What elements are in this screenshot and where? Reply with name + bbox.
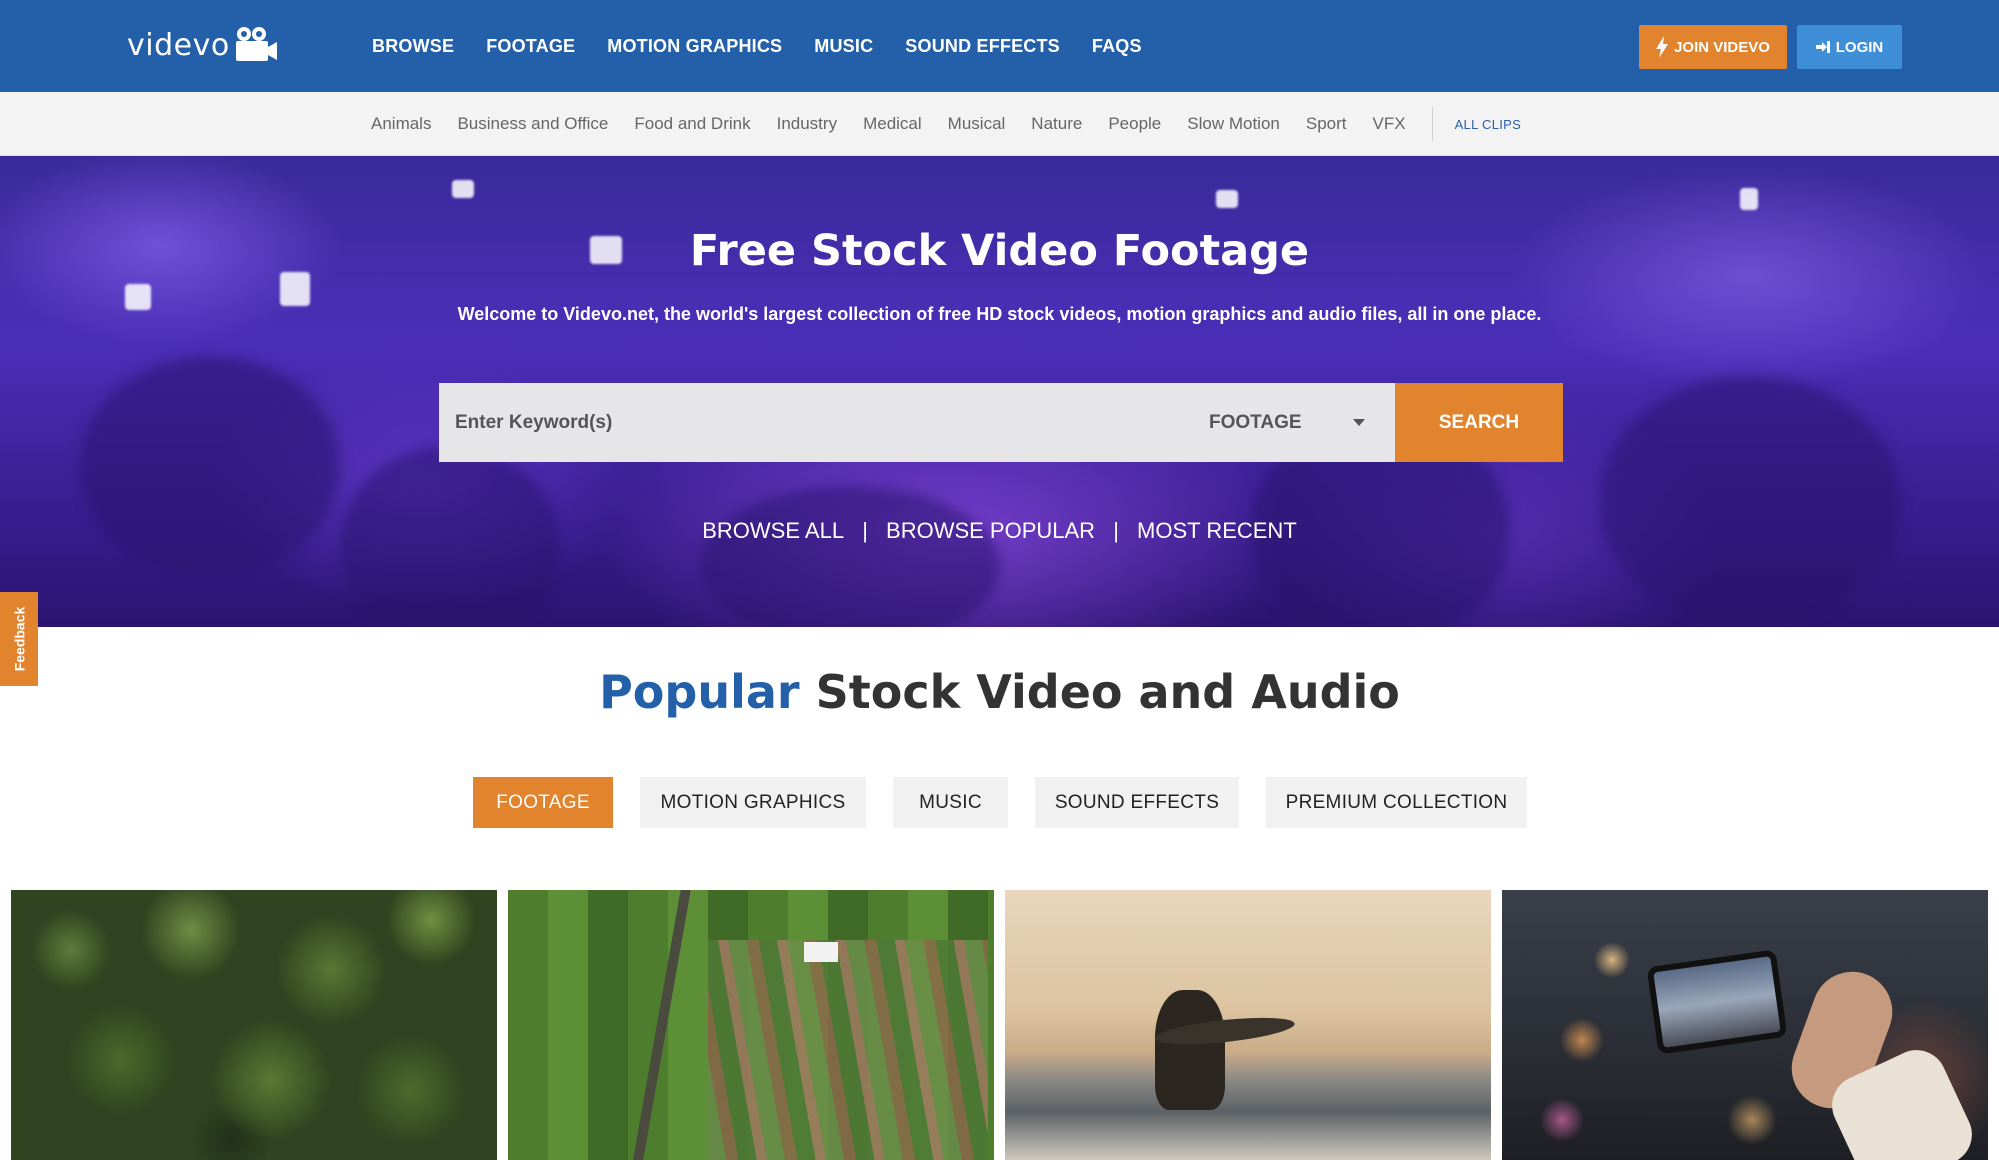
search-button[interactable]: SEARCH (1395, 383, 1563, 462)
search-type-select[interactable]: FOOTAGE (1199, 383, 1395, 462)
smartphone (1646, 949, 1788, 1055)
nav-motion-graphics[interactable]: MOTION GRAPHICS (607, 36, 782, 57)
caret-down-icon (1353, 419, 1365, 426)
popular-tabs: FOOTAGE MOTION GRAPHICS MUSIC SOUND EFFE… (473, 777, 1554, 828)
video-thumbnail-phone-city[interactable] (1502, 890, 1988, 1160)
search-type-value: FOOTAGE (1209, 411, 1302, 433)
tab-motion-graphics[interactable]: MOTION GRAPHICS (640, 777, 866, 828)
popular-thumbnails (11, 890, 1999, 1160)
all-clips-link[interactable]: ALL CLIPS (1455, 117, 1522, 132)
category-medical[interactable]: Medical (863, 114, 922, 134)
popular-title-highlight: Popular (599, 665, 800, 719)
stage-light (1216, 190, 1238, 208)
category-divider (1431, 107, 1433, 141)
keyword-search-input[interactable] (439, 383, 1199, 462)
video-camera-icon (234, 25, 278, 65)
search-bar: FOOTAGE SEARCH (439, 383, 1563, 462)
login-button[interactable]: LOGIN (1797, 25, 1902, 69)
surfer-silhouette (1155, 990, 1225, 1110)
main-menu: BROWSE FOOTAGE MOTION GRAPHICS MUSIC SOU… (372, 0, 1174, 92)
top-navigation-bar: videvo BROWSE FOOTAGE MOTION GRAPHICS MU… (0, 0, 1999, 92)
tab-premium-collection[interactable]: PREMIUM COLLECTION (1266, 777, 1527, 828)
video-thumbnail-forest[interactable] (11, 890, 497, 1160)
crowd-silhouette (700, 486, 1000, 627)
nav-faqs[interactable]: FAQS (1092, 36, 1142, 57)
tab-music[interactable]: MUSIC (893, 777, 1008, 828)
hero-subtitle: Welcome to Videvo.net, the world's large… (457, 304, 1542, 324)
feedback-label: Feedback (11, 606, 27, 672)
popular-title-rest: Stock Video and Audio (815, 665, 1400, 719)
most-recent-link[interactable]: MOST RECENT (1137, 518, 1297, 543)
category-slow-motion[interactable]: Slow Motion (1187, 114, 1280, 134)
nav-footage[interactable]: FOOTAGE (486, 36, 575, 57)
login-label: LOGIN (1835, 38, 1884, 56)
category-sport[interactable]: Sport (1306, 114, 1347, 134)
tab-sound-effects[interactable]: SOUND EFFECTS (1035, 777, 1239, 828)
category-musical[interactable]: Musical (948, 114, 1006, 134)
hero-banner: Free Stock Video Footage Welcome to Vide… (0, 156, 1999, 627)
stage-light (280, 272, 310, 306)
nav-music[interactable]: MUSIC (814, 36, 873, 57)
stage-light (1740, 188, 1758, 210)
crowd-silhouette (1600, 376, 1900, 626)
popular-section-title: Popular Stock Video and Audio (0, 665, 1999, 719)
tab-footage[interactable]: FOOTAGE (473, 777, 613, 828)
videvo-logo[interactable]: videvo (127, 22, 278, 68)
sign-in-icon (1815, 40, 1830, 54)
category-industry[interactable]: Industry (777, 114, 837, 134)
stage-light (452, 180, 474, 198)
nav-sound-effects[interactable]: SOUND EFFECTS (905, 36, 1060, 57)
link-separator: | (862, 518, 868, 543)
field-patch (708, 940, 988, 1160)
category-bar: Animals Business and Office Food and Dri… (0, 92, 1999, 156)
category-food-and-drink[interactable]: Food and Drink (634, 114, 750, 134)
join-label: JOIN VIDEVO (1674, 38, 1770, 56)
category-people[interactable]: People (1108, 114, 1161, 134)
logo-text: videvo (127, 27, 230, 63)
join-videvo-button[interactable]: JOIN VIDEVO (1639, 25, 1787, 69)
browse-popular-link[interactable]: BROWSE POPULAR (886, 518, 1095, 543)
browse-all-link[interactable]: BROWSE ALL (702, 518, 844, 543)
category-business-and-office[interactable]: Business and Office (457, 114, 608, 134)
category-animals[interactable]: Animals (371, 114, 431, 134)
house-roof (804, 942, 838, 962)
lightning-icon (1656, 36, 1669, 58)
hero-title: Free Stock Video Footage (689, 226, 1310, 276)
video-thumbnail-rice-fields[interactable] (508, 890, 994, 1160)
link-separator: | (1113, 518, 1119, 543)
video-thumbnail-surfer[interactable] (1005, 890, 1491, 1160)
category-vfx[interactable]: VFX (1373, 114, 1406, 134)
hero-quick-links: BROWSE ALL | BROWSE POPULAR | MOST RECEN… (0, 518, 1999, 544)
category-nature[interactable]: Nature (1031, 114, 1082, 134)
nav-browse[interactable]: BROWSE (372, 36, 454, 57)
